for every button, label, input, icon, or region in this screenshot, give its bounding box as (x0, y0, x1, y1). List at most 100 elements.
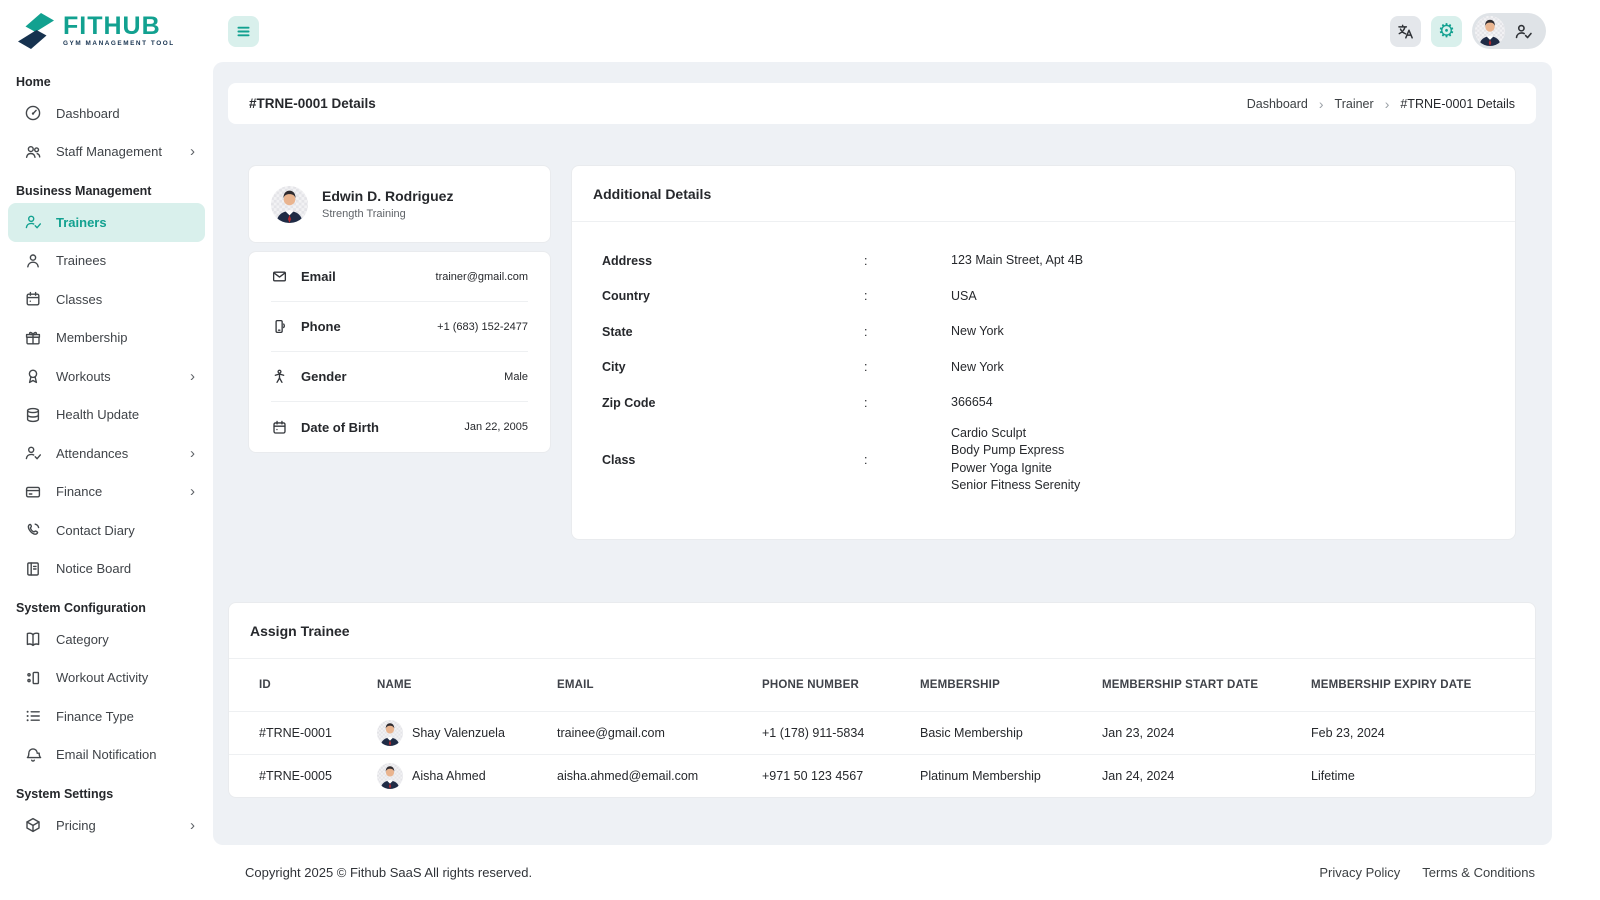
table-header-row: ID NAME EMAIL PHONE NUMBER MEMBERSHIP MEMBERS… (229, 659, 1537, 712)
field-label: Email (301, 269, 336, 284)
profile-field-date-of-birth: Date of Birth Jan 22, 2005 (271, 402, 528, 452)
breadcrumb-item-trne-0001-details: #TRNE-0001 Details (1400, 96, 1515, 111)
bell-icon (24, 746, 42, 764)
sidebar-item-health-update[interactable]: Health Update › (8, 396, 205, 435)
hamburger-menu-button[interactable] (228, 15, 259, 47)
additional-details-rows: Address : 123 Main Street, Apt 4B Countr… (572, 222, 1515, 499)
trainee-name: Aisha Ahmed (412, 768, 486, 783)
nav-section-title-system-settings: System Settings (16, 787, 114, 801)
detail-value: New York (951, 324, 1004, 338)
sidebar-item-workout-activity[interactable]: Workout Activity › (8, 659, 205, 698)
calendar-icon (24, 290, 42, 308)
person-check-icon (24, 213, 42, 231)
translate-button[interactable] (1390, 15, 1421, 47)
trainee-row-trne-0005[interactable]: #TRNE-0005 Aisha Ahmed aisha.ahmed@email.c… (229, 754, 1537, 797)
detail-row-class: Class : Cardio Sculpt Body Pump Express Po… (602, 421, 1515, 499)
sidebar-item-pricing[interactable]: Pricing › (8, 806, 205, 845)
field-value: Male (504, 370, 528, 383)
trainee-avatar (377, 762, 403, 789)
detail-label: Class (602, 452, 636, 467)
profile-field-phone: Phone +1 (683) 152-2477 (271, 302, 528, 352)
breadcrumb-separator-icon: › (1384, 95, 1390, 112)
chevron-right-icon: › (190, 444, 195, 462)
fithub-logo[interactable]: FITHUB GYM MANAGEMENT TOOL (8, 0, 205, 62)
sidebar-item-label: Notice Board (56, 561, 132, 577)
sidebar-item-label: Email Notification (56, 747, 157, 763)
sidebar-item-contact-diary[interactable]: Contact Diary › (8, 511, 205, 550)
assign-trainee-title: Assign Trainee (229, 603, 1535, 659)
footer-link-privacy-policy[interactable]: Privacy Policy (1319, 865, 1400, 880)
detail-row-city: City : New York (602, 350, 1515, 386)
box-icon (24, 816, 42, 834)
column-header-email: EMAIL (557, 659, 762, 712)
sidebar-item-trainers[interactable]: Trainers › (8, 203, 205, 242)
page-header-card: #TRNE-0001 Details Dashboard › Trainer › #TR… (228, 83, 1536, 124)
sidebar-item-workouts[interactable]: Workouts › (8, 357, 205, 396)
breadcrumb-separator-icon: › (1318, 95, 1324, 112)
list-icon (24, 707, 42, 725)
column-header-name: NAME (377, 659, 557, 712)
cell-name: Aisha Ahmed (377, 754, 557, 797)
staff-users-icon (24, 143, 42, 161)
detail-label: Country (602, 289, 650, 304)
profile-avatar (1475, 16, 1505, 46)
sidebar-item-label: Category (56, 631, 109, 647)
trainee-row-trne-0001[interactable]: #TRNE-0001 Shay Valenzuela trainee@gmail.c… (229, 711, 1537, 755)
chevron-right-icon: › (190, 483, 195, 501)
detail-row-address: Address : 123 Main Street, Apt 4B (602, 243, 1515, 279)
detail-row-zip-code: Zip Code : 366654 (602, 385, 1515, 421)
settings-button[interactable]: ⚙ (1431, 15, 1462, 47)
mail-icon (271, 268, 288, 285)
page-title: #TRNE-0001 Details (249, 96, 376, 111)
detail-label: Address (602, 253, 653, 268)
calendar-icon (271, 419, 288, 436)
sidebar-item-label: Workouts (56, 368, 111, 384)
detail-label: State (602, 324, 633, 339)
sidebar-item-dashboard[interactable]: Dashboard › (8, 94, 205, 133)
sidebar-item-staff-management[interactable]: Staff Management › (8, 133, 205, 172)
sidebar-item-classes[interactable]: Classes › (8, 280, 205, 319)
logo-subtitle: GYM MANAGEMENT TOOL (63, 40, 175, 48)
assign-trainee-table: ID NAME EMAIL PHONE NUMBER MEMBERSHIP MEMBERS… (229, 659, 1537, 797)
sidebar-item-notice-board[interactable]: Notice Board › (8, 550, 205, 589)
column-header-id: ID (229, 659, 377, 712)
field-label: Phone (301, 319, 341, 334)
field-value: trainer@gmail.com (435, 270, 528, 283)
cell-phone-number: +1 (178) 911-5834 (762, 711, 920, 755)
trainer-contact-card: Email trainer@gmail.com Phone +1 (683) 1… (248, 251, 551, 453)
footer-link-terms-conditions[interactable]: Terms & Conditions (1422, 865, 1535, 880)
translate-icon (1396, 22, 1415, 41)
details-section: Edwin D. Rodriguez Strength Training Ema… (248, 165, 1516, 540)
cell-phone-number: +971 50 123 4567 (762, 768, 864, 783)
person-check-icon (1514, 22, 1533, 41)
sidebar-item-finance[interactable]: Finance › (8, 473, 205, 512)
sidebar-item-email-notification[interactable]: Email Notification › (8, 736, 205, 775)
sidebar-item-label: Classes (56, 291, 103, 307)
sidebar-item-finance-type[interactable]: Finance Type › (8, 697, 205, 736)
detail-separator: : (864, 324, 868, 339)
detail-value: USA (951, 288, 977, 303)
trainee-name: Shay Valenzuela (412, 725, 505, 740)
cell-membership: Platinum Membership (920, 768, 1041, 783)
nav-section-title-business-management: Business Management (16, 184, 152, 198)
detail-value: 123 Main Street, Apt 4B (951, 253, 1084, 267)
breadcrumb-item-trainer[interactable]: Trainer (1335, 97, 1374, 111)
trainer-specialty: Strength Training (322, 208, 406, 220)
sidebar-item-attendances[interactable]: Attendances › (8, 434, 205, 473)
breadcrumb-item-dashboard[interactable]: Dashboard (1247, 97, 1308, 111)
detail-separator: : (864, 395, 868, 410)
detail-label: City (602, 360, 626, 375)
breadcrumb: Dashboard › Trainer › #TRNE-0001 Details (1247, 96, 1515, 112)
footer: Copyright 2025 © Fithub SaaS All rights … (213, 845, 1600, 900)
detail-row-country: Country : USA (602, 279, 1515, 315)
column-header-membership-start-date: MEMBERSHIP START DATE (1102, 659, 1311, 712)
sidebar-item-trainees[interactable]: Trainees › (8, 242, 205, 281)
user-menu[interactable] (1472, 13, 1546, 49)
sidebar-item-label: Finance (56, 484, 103, 500)
sidebar-item-category[interactable]: Category › (8, 620, 205, 659)
credit-card-icon (24, 483, 42, 501)
detail-separator: : (864, 452, 868, 467)
cell-id: #TRNE-0005 (259, 768, 332, 783)
sidebar-item-label: Trainers (56, 214, 107, 230)
sidebar-item-membership[interactable]: Membership › (8, 319, 205, 358)
